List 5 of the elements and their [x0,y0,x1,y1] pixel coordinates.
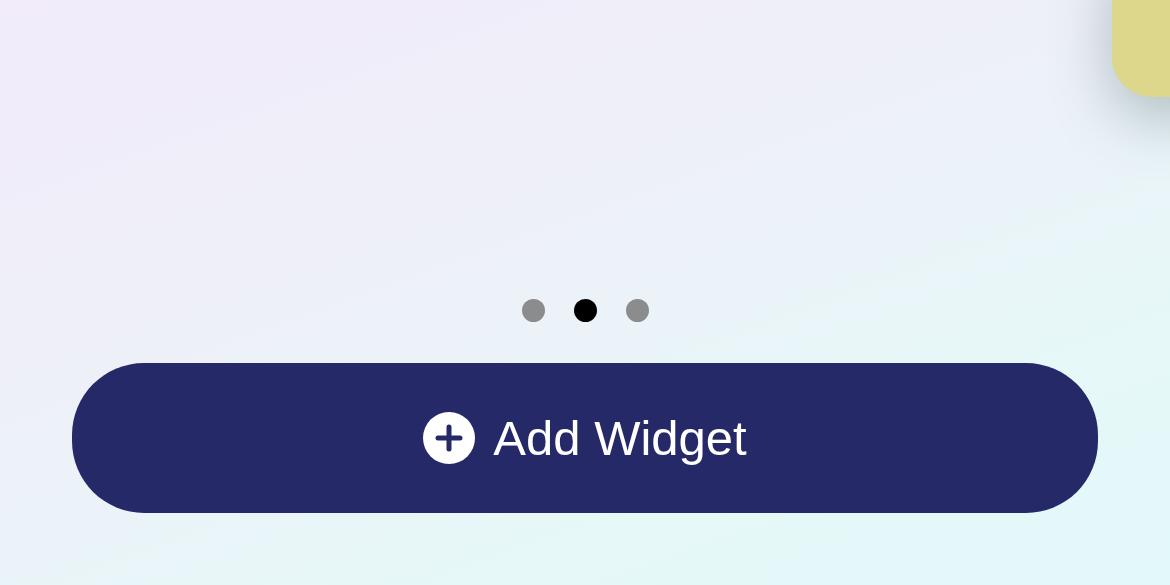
plus-icon [423,412,476,464]
page-dot[interactable] [573,298,597,322]
page-dot[interactable] [521,298,545,322]
page-dot[interactable] [625,298,649,322]
add-widget-button[interactable]: Add Widget [72,363,1098,513]
